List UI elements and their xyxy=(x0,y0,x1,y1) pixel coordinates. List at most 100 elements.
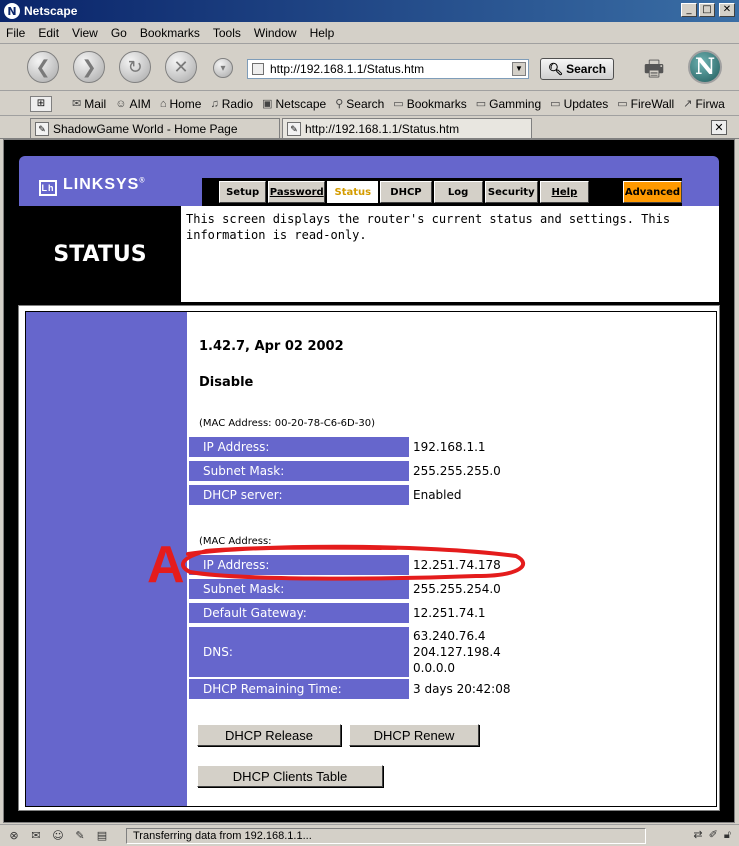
lan-ip-key: IP Address: xyxy=(187,435,409,457)
window-titlebar: N Netscape _ □ ✕ xyxy=(0,0,739,22)
composer-icon[interactable]: ✎ xyxy=(72,829,88,843)
bookmark-label: Mail xyxy=(84,96,107,111)
linksys-logo-icon: Lh xyxy=(39,180,57,196)
dhcp-release-button[interactable]: DHCP Release xyxy=(197,724,341,746)
aim-icon[interactable]: ☺ xyxy=(50,829,66,843)
router-tab-security[interactable]: Security xyxy=(484,181,538,203)
lan-dhcp-key: DHCP server: xyxy=(187,483,409,505)
dhcp-remaining-value: 3 days 20:42:08 xyxy=(409,677,511,699)
router-tab-log[interactable]: Log xyxy=(433,181,483,203)
reload-icon[interactable]: ↻ xyxy=(119,51,151,83)
minimize-button[interactable]: _ xyxy=(681,3,697,17)
wan-dns-key: DNS: xyxy=(187,625,409,677)
status-text: Transferring data from 192.168.1.1... xyxy=(126,828,646,844)
dns-server-3: 0.0.0.0 xyxy=(413,661,455,675)
bookmark-label: Updates xyxy=(563,96,609,111)
folder-icon: ▭ xyxy=(617,98,628,110)
dhcp-renew-button[interactable]: DHCP Renew xyxy=(349,724,479,746)
router-tab-advanced[interactable]: Advanced xyxy=(622,181,682,203)
bookmark-folder-gamming[interactable]: ▭ Gamming xyxy=(476,97,541,111)
tab-label: ShadowGame World - Home Page xyxy=(53,121,238,136)
security-icon[interactable]: ⊗ xyxy=(6,829,22,843)
netscape-icon: N xyxy=(4,3,20,19)
personal-toolbar: ✉ Mail ☺ AIM ⌂ Home ♫ Radio ▣ Netscape ⚲ Searc… xyxy=(0,92,739,116)
menu-tools[interactable]: Tools xyxy=(213,26,241,40)
menu-go[interactable]: Go xyxy=(111,26,127,40)
window-controls: _ □ ✕ xyxy=(681,3,735,17)
bookmark-label: Gamming xyxy=(489,96,542,111)
bookmark-home[interactable]: ⌂ Home xyxy=(160,97,202,111)
close-button[interactable]: ✕ xyxy=(719,3,735,17)
aim-icon: ☺ xyxy=(115,97,127,110)
online-status-icon[interactable]: ⇄ xyxy=(693,828,702,842)
folder-icon: ▭ xyxy=(475,98,487,110)
bookmark-label: Radio xyxy=(221,96,254,111)
url-text: http://192.168.1.1/Status.htm xyxy=(270,62,425,76)
bookmark-label: Home xyxy=(169,96,202,111)
lan-subnet-row: Subnet Mask: 255.255.255.0 xyxy=(187,459,501,481)
firmware-label: Firmware Version: xyxy=(584,339,708,353)
netscape-throbber-icon[interactable]: N xyxy=(688,50,722,84)
page-icon: ✎ xyxy=(35,121,49,136)
wan-dns-values: 63.240.76.4 204.127.198.4 0.0.0.0 xyxy=(409,625,501,677)
dhcp-clients-table-button[interactable]: DHCP Clients Table xyxy=(197,765,383,787)
router-tab-password[interactable]: Password xyxy=(268,181,326,203)
menu-window[interactable]: Window xyxy=(254,26,297,40)
lan-dhcp-row: DHCP server: Enabled xyxy=(187,483,462,505)
bookmark-folder-updates[interactable]: ▭ Updates xyxy=(550,97,608,111)
bookmark-netscape[interactable]: ▣ Netscape xyxy=(262,97,326,111)
lan-dhcp-value: Enabled xyxy=(409,483,462,505)
status-bar-right: ⇄ ✐ 🔓︎ xyxy=(693,828,731,842)
bookmark-aim[interactable]: ☺ AIM xyxy=(115,97,151,111)
bookmark-radio[interactable]: ♫ Radio xyxy=(210,97,253,111)
menu-file[interactable]: File xyxy=(6,26,25,40)
page-icon: ✎ xyxy=(287,121,301,136)
dhcp-remaining-key: DHCP Remaining Time: xyxy=(187,677,409,699)
bookmark-label: Netscape xyxy=(275,96,327,111)
magnifier-icon: 🔍︎ xyxy=(547,62,564,76)
bookmark-label: Search xyxy=(346,96,385,111)
bookmark-firwa[interactable]: ↗ Firwa xyxy=(683,97,725,111)
close-tab-icon[interactable]: ✕ xyxy=(711,120,727,135)
music-note-icon: ♫ xyxy=(210,97,219,110)
maximize-button[interactable]: □ xyxy=(699,3,715,17)
dns-server-2: 204.127.198.4 xyxy=(413,645,501,659)
tab-shadowgame[interactable]: ✎ ShadowGame World - Home Page xyxy=(30,118,280,138)
router-tab-status[interactable]: Status xyxy=(327,181,379,203)
tab-bar: ▤ ✎ ShadowGame World - Home Page ✎ http:… xyxy=(0,117,739,254)
forward-icon[interactable]: ❯ xyxy=(73,51,105,83)
stop-icon[interactable]: ✕ xyxy=(165,51,197,83)
bookmark-search[interactable]: ⚲ Search xyxy=(335,97,384,111)
linksys-brand: LINKSYS xyxy=(63,176,140,193)
url-input[interactable]: http://192.168.1.1/Status.htm ▼ xyxy=(247,59,529,79)
lan-ip-row: IP Address: 192.168.1.1 xyxy=(187,435,486,457)
lan-subnet-value: 255.255.255.0 xyxy=(409,459,501,481)
menu-view[interactable]: View xyxy=(72,26,98,40)
search-button-label: Search xyxy=(566,62,607,76)
bookmark-mail[interactable]: ✉ Mail xyxy=(72,97,106,111)
menu-help[interactable]: Help xyxy=(310,26,335,40)
registered-mark: ® xyxy=(139,177,146,185)
pen-icon[interactable]: ✐ xyxy=(709,828,718,842)
address-book-icon[interactable]: ▤ xyxy=(94,829,110,843)
lock-icon[interactable]: 🔓︎ xyxy=(724,828,731,842)
tab-status[interactable]: ✎ http://192.168.1.1/Status.htm xyxy=(282,118,532,138)
router-tab-help[interactable]: Help xyxy=(539,181,589,203)
history-dropdown-icon[interactable]: ▾ xyxy=(213,58,233,78)
router-tab-setup[interactable]: Setup xyxy=(219,181,267,203)
bookmark-folder-firewall[interactable]: ▭ FireWall xyxy=(617,97,674,111)
router-tab-dhcp[interactable]: DHCP xyxy=(380,181,432,203)
lan-ip-value: 192.168.1.1 xyxy=(409,435,486,457)
menu-edit[interactable]: Edit xyxy=(38,26,59,40)
search-button[interactable]: 🔍︎ Search xyxy=(540,58,614,80)
bookmark-folder-bookmarks[interactable]: ▭ Bookmarks xyxy=(393,97,466,111)
menu-bookmarks[interactable]: Bookmarks xyxy=(140,26,200,40)
navigation-toolbar: ❮ ❯ ↻ ✕ ▾ http://192.168.1.1/Status.htm … xyxy=(0,45,739,91)
host-name-label: Host Name: xyxy=(629,318,708,332)
annotation-circle xyxy=(181,544,525,581)
print-icon[interactable]: 🖶︎ xyxy=(640,52,668,82)
menu-bar: File Edit View Go Bookmarks Tools Window… xyxy=(0,22,739,44)
mail-icon[interactable]: ✉ xyxy=(28,829,44,843)
url-dropdown-icon[interactable]: ▼ xyxy=(512,62,526,76)
back-icon[interactable]: ❮ xyxy=(27,51,59,83)
